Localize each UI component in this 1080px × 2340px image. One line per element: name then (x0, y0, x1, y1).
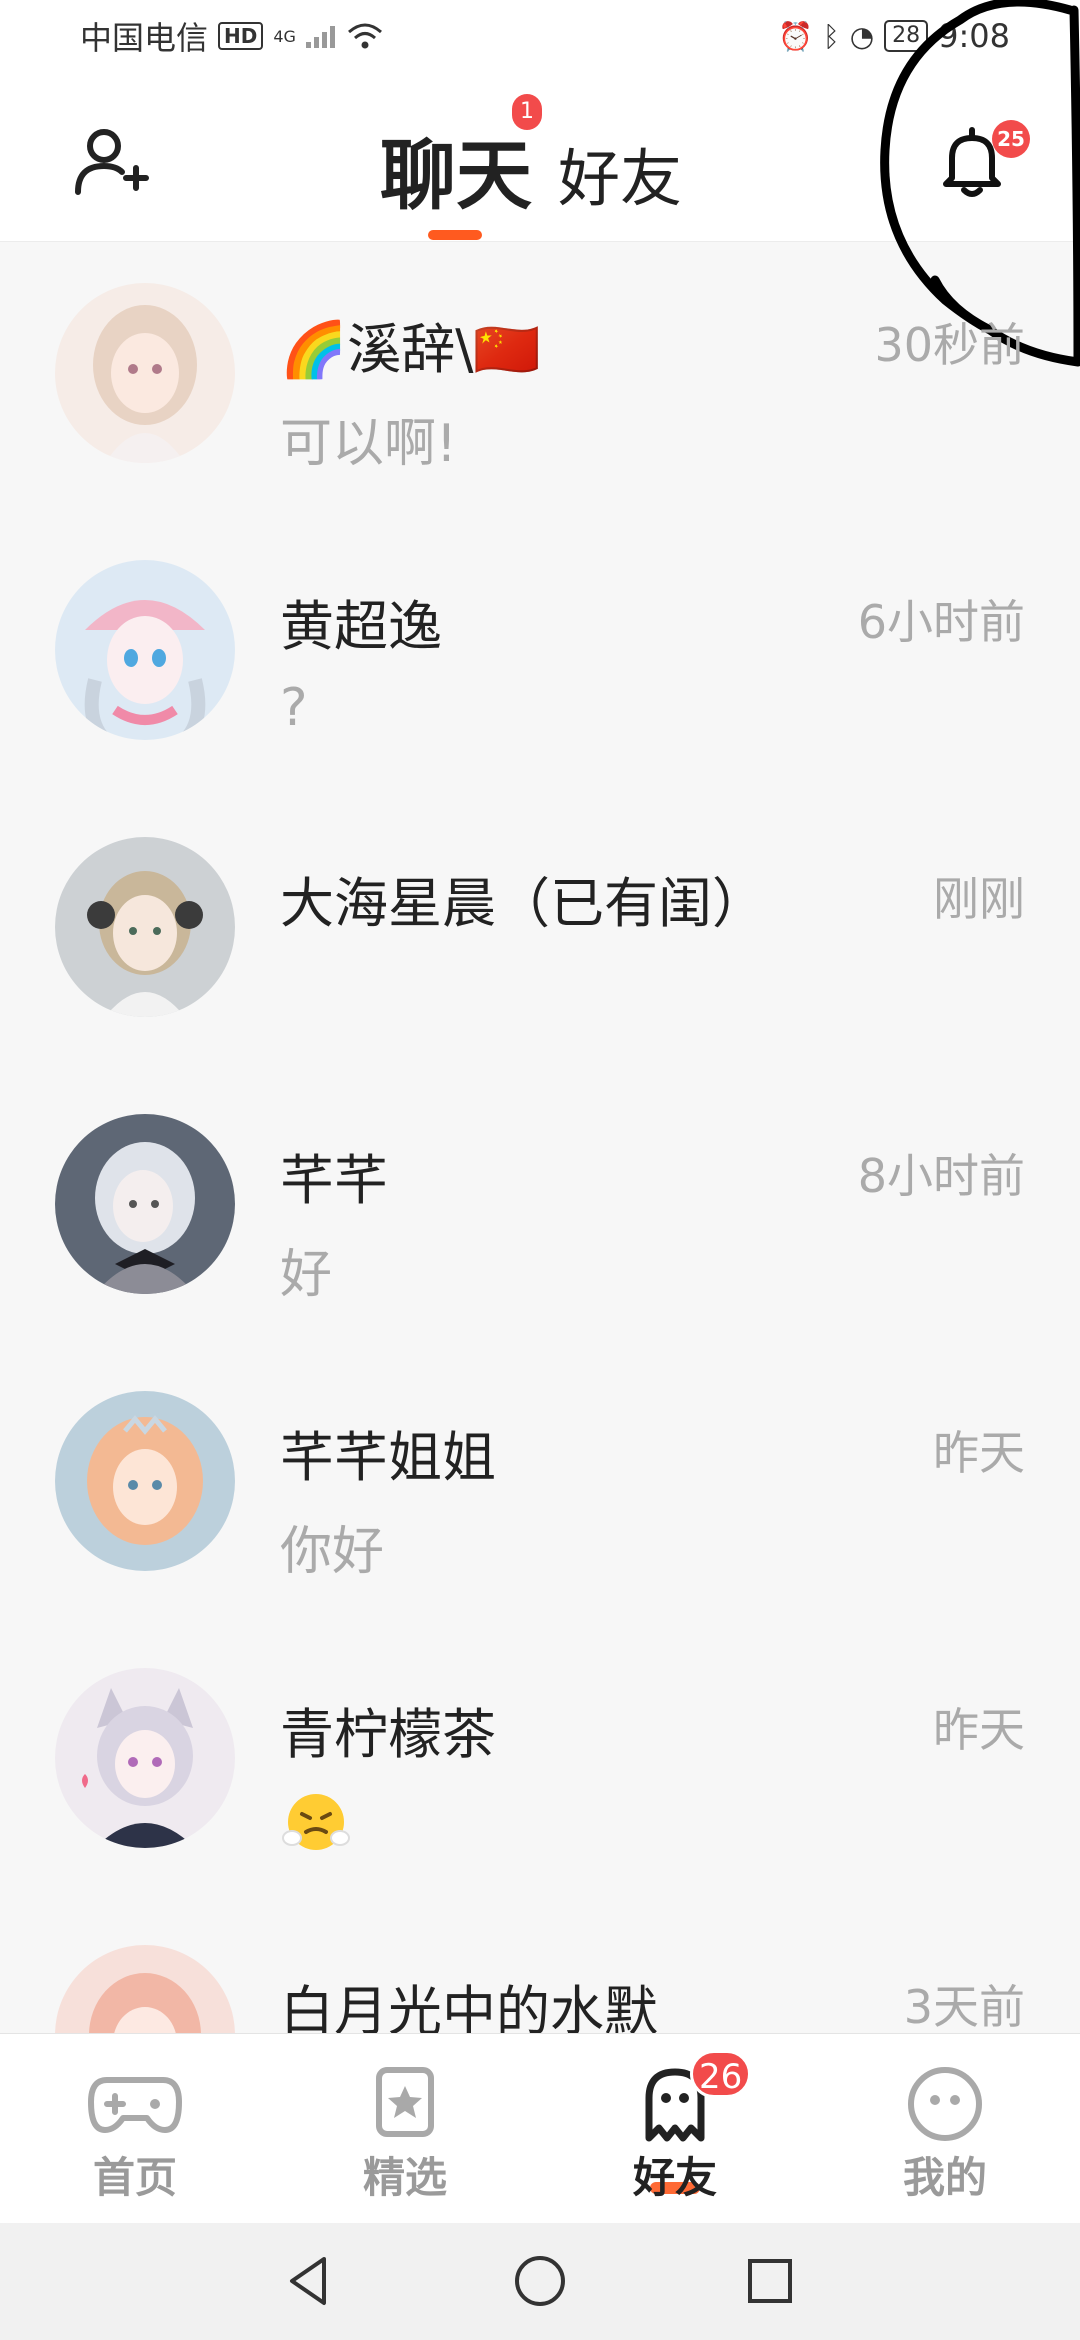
chat-last-message: 好 (280, 1245, 333, 1305)
nav-me[interactable]: 我的 (810, 2034, 1080, 2224)
battery-icon: 28 (884, 20, 929, 52)
chat-list: 🌈溪辞\🇨🇳 30秒前 可以啊! 黄超逸 6小时前 ? 大海星晨（已有闺） 刚刚… (0, 243, 1080, 2033)
chat-name: 🌈溪辞\🇨🇳 (280, 318, 541, 381)
top-header: 聊天 1 好友 25 (0, 72, 1080, 242)
chat-time: 刚刚 (933, 872, 1025, 926)
chat-name: 大海星晨（已有闺） (280, 872, 766, 935)
chat-row[interactable]: 🌈溪辞\🇨🇳 30秒前 可以啊! (0, 243, 1080, 520)
steam-face-emoji-icon (282, 1794, 350, 1850)
network-type: 4G (273, 26, 296, 46)
tab-friends[interactable]: 好友 (558, 128, 682, 218)
hd-icon: HD (218, 22, 264, 50)
carrier-label: 中国电信 (80, 19, 209, 57)
chat-row[interactable]: 芊芊姐姐 昨天 你好 (0, 1351, 1080, 1628)
chat-row[interactable]: 芊芊 8小时前 好 (0, 1074, 1080, 1351)
status-left: 中国电信 HD 4G (80, 13, 385, 59)
back-icon[interactable] (280, 2251, 340, 2311)
chat-name: 黄超逸 (280, 595, 442, 658)
status-bar: 中国电信 HD 4G ⏰ ᛒ ◔ 28 9:08 (0, 0, 1080, 72)
signal-icon (305, 24, 335, 48)
nav-home[interactable]: 首页 (0, 2034, 270, 2224)
speed-icon: ◔ (849, 19, 875, 53)
chat-name: 白月光中的水默 (280, 1980, 658, 2033)
nav-friends-badge: 26 (690, 2050, 752, 2098)
chat-time: 昨天 (933, 1703, 1025, 1757)
star-bookmark-icon (376, 2067, 434, 2137)
recents-icon[interactable] (740, 2251, 800, 2311)
chat-row[interactable]: 白月光中的水默 3天前 (0, 1905, 1080, 2033)
avatar[interactable] (55, 1114, 235, 1294)
home-icon[interactable] (510, 2251, 570, 2311)
nav-featured[interactable]: 精选 (270, 2034, 540, 2224)
chat-last-message: 可以啊! (280, 414, 457, 474)
avatar[interactable] (55, 1668, 235, 1848)
chat-row[interactable]: 青柠檬茶 昨天 (0, 1628, 1080, 1905)
system-nav-bar (0, 2223, 1080, 2340)
avatar[interactable] (55, 837, 235, 1017)
bottom-nav: 首页 精选 26 好友 我的 (0, 2033, 1080, 2223)
avatar[interactable] (55, 1391, 235, 1571)
chat-unread-badge: 1 (512, 94, 542, 130)
chat-name: 芊芊 (280, 1149, 388, 1212)
chat-name: 芊芊姐姐 (280, 1426, 496, 1489)
avatar[interactable] (55, 1945, 235, 2033)
chat-time: 30秒前 (874, 318, 1025, 372)
status-right: ⏰ ᛒ ◔ 28 9:08 (778, 17, 1010, 55)
nav-friends[interactable]: 26 好友 (540, 2034, 810, 2224)
chat-last-message: ? (280, 678, 308, 738)
chat-row[interactable]: 黄超逸 6小时前 ? (0, 520, 1080, 797)
chat-last-message (280, 1786, 352, 1858)
chat-row[interactable]: 大海星晨（已有闺） 刚刚 (0, 797, 1080, 1074)
bluetooth-icon: ᛒ (822, 19, 840, 53)
alarm-icon: ⏰ (778, 19, 813, 53)
chat-last-message: 你好 (280, 1522, 385, 1582)
nav-friends-label: 好友 (632, 2153, 717, 2202)
chat-name: 青柠檬茶 (280, 1703, 496, 1766)
avatar[interactable] (55, 560, 235, 740)
wifi-icon (347, 23, 382, 49)
avatar[interactable] (55, 283, 235, 463)
chat-time: 昨天 (933, 1426, 1025, 1480)
chat-time: 3天前 (903, 1980, 1025, 2033)
chat-time: 8小时前 (857, 1149, 1025, 1203)
chat-time: 6小时前 (857, 595, 1025, 649)
notification-badge: 25 (992, 120, 1030, 158)
gamepad-icon (88, 2077, 182, 2133)
tab-chat[interactable]: 聊天 (380, 114, 532, 224)
nav-me-label: 我的 (902, 2153, 987, 2202)
nav-home-label: 首页 (92, 2153, 177, 2202)
add-friend-icon[interactable] (70, 120, 150, 200)
nav-featured-label: 精选 (362, 2153, 447, 2202)
active-tab-indicator (428, 230, 482, 240)
smiley-face-icon (908, 2067, 982, 2141)
clock: 9:08 (938, 17, 1010, 55)
